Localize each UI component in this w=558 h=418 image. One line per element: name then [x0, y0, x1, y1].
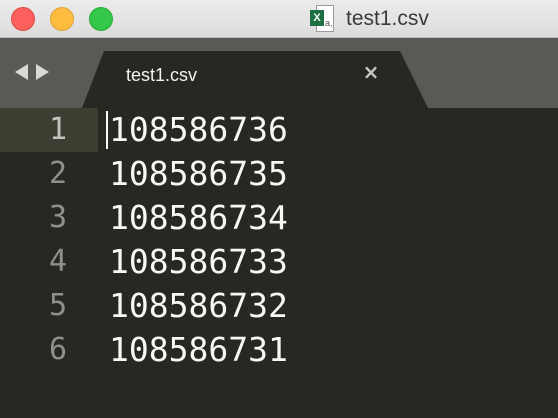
- text-cursor: [106, 111, 108, 149]
- editor-line[interactable]: 2 108586735: [0, 152, 558, 196]
- line-text[interactable]: 108586736: [109, 108, 288, 152]
- line-text[interactable]: 108586734: [109, 196, 288, 240]
- editor-line[interactable]: 5 108586732: [0, 284, 558, 328]
- editor-line[interactable]: 4 108586733: [0, 240, 558, 284]
- line-number: 6: [48, 332, 67, 367]
- tab-navigation: [15, 64, 49, 80]
- close-tab-icon[interactable]: ×: [360, 61, 382, 83]
- editor-line[interactable]: 3 108586734: [0, 196, 558, 240]
- line-number: 5: [48, 288, 67, 323]
- tab-bar: test1.csv ×: [0, 38, 558, 108]
- tab-test1-csv[interactable]: test1.csv ×: [82, 51, 428, 108]
- close-window-button[interactable]: [11, 7, 35, 31]
- line-number: 2: [48, 156, 67, 191]
- line-number: 4: [48, 244, 67, 279]
- back-arrow-icon[interactable]: [15, 64, 28, 80]
- line-text[interactable]: 108586735: [109, 152, 288, 196]
- line-text[interactable]: 108586732: [109, 284, 288, 328]
- line-number: 1: [0, 108, 98, 152]
- editor-line[interactable]: 6 108586731: [0, 328, 558, 372]
- line-number: 3: [48, 200, 67, 235]
- code-editor[interactable]: 1 108586736 2 108586735 3 108586734 4 108586733…: [0, 108, 558, 418]
- zoom-window-button[interactable]: [89, 7, 113, 31]
- forward-arrow-icon[interactable]: [36, 64, 49, 80]
- line-text[interactable]: 108586731: [109, 328, 288, 372]
- excel-csv-document-icon: X a,: [310, 4, 336, 34]
- window-title: X a, test1.csv: [310, 0, 429, 38]
- minimize-window-button[interactable]: [50, 7, 74, 31]
- editor-line[interactable]: 1 108586736: [0, 108, 558, 152]
- window-title-bar: X a, test1.csv: [0, 0, 558, 38]
- line-text[interactable]: 108586733: [109, 240, 288, 284]
- tab-label: test1.csv: [126, 65, 198, 85]
- window-title-text: test1.csv: [346, 7, 429, 30]
